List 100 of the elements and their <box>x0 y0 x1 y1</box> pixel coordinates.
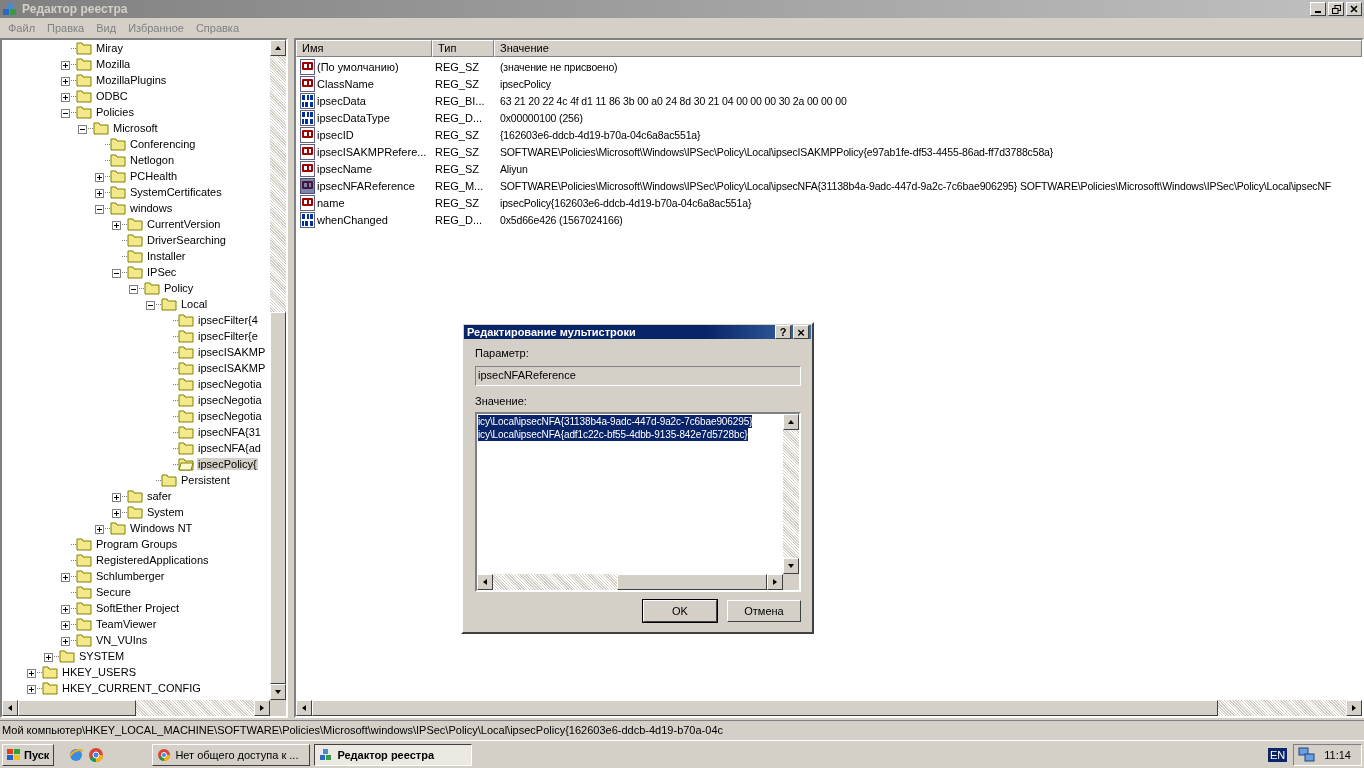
plus-box-icon[interactable] <box>112 492 121 502</box>
tree-item[interactable]: ipsecNFA{ad <box>197 442 262 454</box>
value-name[interactable]: ipsecDataType <box>317 111 390 124</box>
value-name[interactable]: ipsecID <box>317 128 354 141</box>
close-button[interactable]: × <box>793 325 809 339</box>
tree-item[interactable]: ipsecNegotia <box>197 378 263 390</box>
tree-item[interactable]: RegisteredApplications <box>95 554 210 566</box>
chrome-icon[interactable] <box>88 746 105 763</box>
tree-item[interactable]: ipsecPolicy{ <box>197 458 258 470</box>
plus-box-icon[interactable] <box>61 620 70 630</box>
tree-item[interactable]: Program Groups <box>95 538 179 550</box>
tree-item[interactable]: ipsecNFA{31 <box>197 426 262 438</box>
minus-box-icon[interactable] <box>78 124 87 134</box>
tree-item[interactable]: TeamViewer <box>95 618 158 630</box>
scroll-arrow-button[interactable] <box>2 700 18 716</box>
plus-box-icon[interactable] <box>95 172 104 182</box>
value-name[interactable]: whenChanged <box>317 213 388 226</box>
plus-box-icon[interactable] <box>61 60 70 70</box>
tree-item[interactable]: ipsecISAKMP <box>197 346 267 358</box>
scrollbar-thumb[interactable] <box>270 312 286 684</box>
tree-item[interactable]: System <box>146 506 185 518</box>
tree-item[interactable]: Miray <box>95 42 124 54</box>
tree-item[interactable]: Policy <box>163 282 195 294</box>
plus-box-icon[interactable] <box>61 76 70 86</box>
tree-item[interactable]: Persistent <box>180 474 231 486</box>
plus-box-icon[interactable] <box>27 668 36 678</box>
plus-box-icon[interactable] <box>95 524 104 534</box>
minus-box-icon[interactable] <box>146 300 155 310</box>
plus-box-icon[interactable] <box>61 92 70 102</box>
tree-item[interactable]: safer <box>146 490 173 502</box>
tree-item[interactable]: Microsoft <box>112 122 159 134</box>
tree-item[interactable]: ODBC <box>95 90 129 102</box>
dialog-button[interactable]: OK <box>643 600 717 622</box>
scroll-arrow-button[interactable] <box>270 684 286 700</box>
tree-item[interactable]: ipsecNegotia <box>197 394 263 406</box>
value-text-area[interactable]: icy\Local\ipsecNFA{31138b4a-9adc-447d-9a2c-7c6bae906295} icy\Local\ipsecNFA{adf1c22c-bf55-4dbb-9135-842e7d5728bc} <box>475 412 801 592</box>
value-name[interactable]: ipsecData <box>317 94 366 107</box>
scroll-arrow-button[interactable] <box>270 40 286 56</box>
name-field[interactable]: ipsecNFAReference <box>475 366 801 386</box>
tree-item[interactable]: HKEY_CURRENT_CONFIG <box>61 682 202 694</box>
tree-item[interactable]: IPSec <box>146 266 178 278</box>
tree-item[interactable]: Local <box>180 298 209 310</box>
tree-item[interactable]: DriverSearching <box>146 234 227 246</box>
scroll-arrow-button[interactable] <box>477 574 493 590</box>
language-indicator[interactable]: EN <box>1268 747 1288 762</box>
tree-item[interactable]: ipsecISAKMP <box>197 362 267 374</box>
tree-item[interactable]: ipsecNegotia <box>197 410 263 422</box>
tree-item[interactable]: PCHealth <box>129 170 179 182</box>
horizontal-scrollbar[interactable] <box>2 700 286 716</box>
column-header[interactable]: Тип <box>432 40 494 57</box>
plus-box-icon[interactable] <box>95 188 104 198</box>
horizontal-scrollbar[interactable] <box>296 700 1362 716</box>
dialog-button[interactable]: Отмена <box>727 600 801 622</box>
minus-box-icon[interactable] <box>95 204 104 214</box>
scroll-arrow-button[interactable] <box>1346 700 1362 716</box>
scroll-arrow-button[interactable] <box>783 414 799 430</box>
close-button[interactable] <box>1346 2 1362 16</box>
value-name[interactable]: ClassName <box>317 77 374 90</box>
tree-item[interactable]: Netlogon <box>129 154 176 166</box>
plus-box-icon[interactable] <box>61 636 70 646</box>
tree-item[interactable]: Policies <box>95 106 135 118</box>
tree-item[interactable]: Windows NT <box>129 522 194 534</box>
scrollbar-thumb[interactable] <box>18 700 136 716</box>
plus-box-icon[interactable] <box>112 220 121 230</box>
column-header[interactable]: Значение <box>494 40 1362 57</box>
taskbar-button[interactable]: Нет общего доступа к ... <box>152 743 311 766</box>
scrollbar-thumb[interactable] <box>617 574 767 590</box>
scroll-arrow-button[interactable] <box>767 574 783 590</box>
plus-box-icon[interactable] <box>27 684 36 694</box>
tree-item[interactable]: MozillaPlugins <box>95 74 168 86</box>
plus-box-icon[interactable] <box>61 604 70 614</box>
tree-item[interactable]: SystemCertificates <box>129 186 223 198</box>
minus-box-icon[interactable] <box>112 268 121 278</box>
tree-item[interactable]: Installer <box>146 250 187 262</box>
scroll-arrow-button[interactable] <box>296 700 312 716</box>
network-computers-icon[interactable] <box>1298 746 1317 763</box>
tree-item[interactable]: ipsecFilter{e <box>197 330 259 342</box>
minus-box-icon[interactable] <box>129 284 138 294</box>
vertical-scrollbar[interactable] <box>783 414 799 574</box>
minus-box-icon[interactable] <box>61 108 70 118</box>
tree-item[interactable]: HKEY_USERS <box>61 666 137 678</box>
minimize-button[interactable] <box>1310 2 1326 16</box>
column-header[interactable]: Имя <box>296 40 432 57</box>
restore-button[interactable] <box>1328 2 1344 16</box>
value-name[interactable]: ipsecISAKMPRefere... <box>317 145 427 158</box>
plus-box-icon[interactable] <box>61 572 70 582</box>
taskbar-button[interactable]: Редактор реестра <box>314 743 473 766</box>
tree-item[interactable]: CurrentVersion <box>146 218 222 230</box>
vertical-scrollbar[interactable] <box>270 40 286 700</box>
tree-item[interactable]: SoftEther Project <box>95 602 181 614</box>
tree-item[interactable]: SYSTEM <box>78 650 126 662</box>
tree-item[interactable]: windows <box>129 202 174 214</box>
tree-item[interactable]: Schlumberger <box>95 570 166 582</box>
value-name[interactable]: ipsecName <box>317 162 373 175</box>
horizontal-scrollbar[interactable] <box>477 574 799 590</box>
scrollbar-thumb[interactable] <box>312 700 1218 716</box>
plus-box-icon[interactable] <box>44 652 53 662</box>
start-button[interactable]: Пуск <box>2 743 55 766</box>
value-name[interactable]: ipsecNFAReference <box>317 179 415 192</box>
value-name[interactable]: name <box>317 196 345 209</box>
